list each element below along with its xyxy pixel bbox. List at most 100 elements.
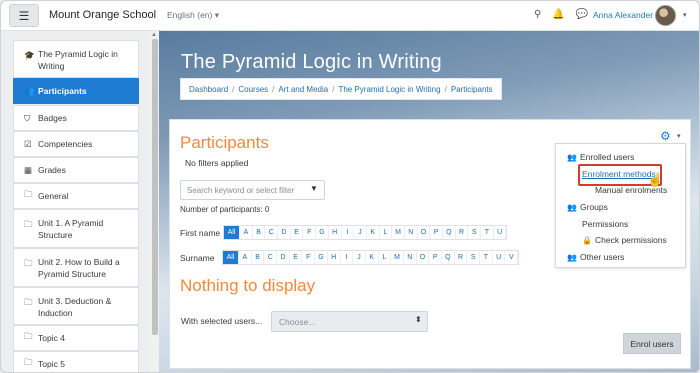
sidebar-item-grades[interactable]: ▦ Grades [13, 157, 139, 183]
firstname-letter-m[interactable]: M [392, 226, 405, 239]
folder-icon: 🗀 [24, 219, 33, 229]
surname-letter-r[interactable]: R [455, 251, 468, 264]
language-menu[interactable]: English (en) ▾ [167, 10, 219, 21]
breadcrumb-item-course[interactable]: The Pyramid Logic in Writing [338, 85, 440, 94]
firstname-letter-s[interactable]: S [468, 226, 482, 239]
menu-item-groups[interactable]: 👥 Groups [567, 202, 608, 212]
surname-letter-n[interactable]: N [404, 251, 417, 264]
firstname-letter-u[interactable]: U [494, 226, 507, 239]
firstname-letter-all[interactable]: All [224, 226, 240, 239]
surname-letter-m[interactable]: M [391, 251, 404, 264]
surname-initials-bar: Surname All ABCDEFGHIJKLMNOPQRSTUV [180, 250, 520, 265]
surname-letter-q[interactable]: Q [442, 251, 455, 264]
surname-letter-k[interactable]: K [366, 251, 379, 264]
surname-letter-c[interactable]: C [264, 251, 278, 264]
enrol-users-button[interactable]: Enrol users [623, 333, 681, 354]
firstname-letter-i[interactable]: I [342, 226, 355, 239]
firstname-letter-g[interactable]: G [316, 226, 329, 239]
scroll-up-arrow-icon[interactable]: ▲ [151, 32, 157, 38]
surname-letter-f[interactable]: F [302, 251, 316, 264]
firstname-letter-r[interactable]: R [456, 226, 469, 239]
user-name[interactable]: Anna Alexander [593, 10, 653, 20]
users-icon: 👥 [567, 203, 577, 212]
sidebar-item-badges[interactable]: ⛉ Badges [13, 105, 139, 131]
firstname-letter-l[interactable]: L [380, 226, 393, 239]
filter-search-input[interactable]: Search keyword or select filter [180, 180, 325, 200]
filters-status: No filters applied [185, 158, 249, 168]
firstname-letter-b[interactable]: B [253, 226, 266, 239]
with-selected-label: With selected users... [181, 316, 263, 326]
firstname-letter-k[interactable]: K [367, 226, 380, 239]
search-icon[interactable]: ⚲ [534, 9, 541, 20]
bulk-action-select[interactable]: Choose... [271, 311, 428, 332]
firstname-letter-e[interactable]: E [291, 226, 304, 239]
sidebar-item-unit-3[interactable]: 🗀 Unit 3. Deduction & Induction [13, 287, 139, 325]
check-square-icon: ☑ [24, 138, 32, 149]
site-name[interactable]: Mount Orange School [49, 9, 156, 21]
menu-item-permissions[interactable]: Permissions [582, 219, 628, 229]
firstname-letter-n[interactable]: N [405, 226, 418, 239]
sidebar-item-label: Unit 1. A Pyramid Structure [38, 218, 104, 240]
menu-item-check-permissions[interactable]: 🔒 Check permissions [582, 235, 667, 245]
breadcrumb-item-participants[interactable]: Participants [451, 85, 493, 94]
surname-letter-d[interactable]: D [277, 251, 290, 264]
sidebar-scroll-thumb[interactable] [152, 39, 158, 335]
firstname-letter-j[interactable]: J [354, 226, 367, 239]
navbar-icons: ⚲ 🔔 💬 [534, 9, 588, 20]
gear-icon[interactable]: ⚙ [660, 129, 671, 143]
firstname-letter-q[interactable]: Q [443, 226, 456, 239]
sidebar-item-label: Unit 2. How to Build a Pyramid Structure [38, 257, 120, 279]
caret-down-icon[interactable]: ▾ [677, 132, 681, 140]
bell-icon[interactable]: 🔔 [552, 9, 564, 20]
surname-letter-s[interactable]: S [467, 251, 481, 264]
firstname-letter-t[interactable]: T [481, 226, 494, 239]
surname-letter-o[interactable]: O [417, 251, 430, 264]
surname-letter-i[interactable]: I [341, 251, 354, 264]
sidebar-item-participants[interactable]: 👥 Participants [13, 78, 139, 104]
breadcrumb-item-category[interactable]: Art and Media [278, 85, 328, 94]
firstname-letter-o[interactable]: O [418, 226, 431, 239]
firstname-letter-c[interactable]: C [265, 226, 279, 239]
hamburger-icon[interactable]: ☰ [9, 4, 39, 27]
breadcrumb-separator: / [444, 84, 447, 94]
lock-icon: 🔒 [582, 236, 592, 245]
page-title: The Pyramid Logic in Writing [181, 51, 442, 73]
surname-letter-h[interactable]: H [328, 251, 341, 264]
surname-letter-u[interactable]: U [493, 251, 506, 264]
avatar[interactable] [655, 5, 676, 26]
firstname-letter-p[interactable]: P [430, 226, 443, 239]
breadcrumb-item-dashboard[interactable]: Dashboard [189, 85, 228, 94]
menu-item-other-users[interactable]: 👥 Other users [567, 252, 624, 262]
surname-letter-t[interactable]: T [480, 251, 493, 264]
firstname-letter-f[interactable]: F [303, 226, 317, 239]
participant-count: Number of participants: 0 [180, 205, 270, 214]
sidebar-item-unit-1[interactable]: 🗀 Unit 1. A Pyramid Structure [13, 209, 139, 248]
sidebar-item-topic-4[interactable]: 🗀 Topic 4 [13, 325, 139, 351]
menu-item-enrolled-users[interactable]: 👥 Enrolled users [567, 152, 634, 162]
surname-letter-g[interactable]: G [315, 251, 328, 264]
firstname-label: First name [180, 227, 221, 238]
firstname-letter-d[interactable]: D [278, 226, 291, 239]
shield-icon: ⛉ [24, 112, 31, 123]
surname-letter-a[interactable]: A [239, 251, 252, 264]
surname-letter-j[interactable]: J [353, 251, 366, 264]
breadcrumb: Dashboard / Courses / Art and Media / The P… [180, 78, 502, 100]
sidebar-item-course-home[interactable]: 🎓 The Pyramid Logic in Writing [13, 40, 139, 78]
sidebar-item-general[interactable]: 🗀 General [13, 183, 139, 209]
caret-down-icon[interactable]: ▾ [683, 11, 687, 19]
sidebar-item-label: General [38, 191, 69, 201]
surname-letter-all[interactable]: All [223, 251, 239, 264]
surname-letter-p[interactable]: P [429, 251, 442, 264]
surname-letter-e[interactable]: E [290, 251, 303, 264]
surname-letter-l[interactable]: L [379, 251, 392, 264]
surname-letter-v[interactable]: V [505, 251, 519, 264]
firstname-letter-h[interactable]: H [329, 226, 342, 239]
chat-icon[interactable]: 💬 [576, 9, 588, 20]
breadcrumb-item-courses[interactable]: Courses [238, 85, 268, 94]
surname-letter-b[interactable]: B [252, 251, 265, 264]
sidebar-item-topic-5[interactable]: 🗀 Topic 5 [13, 351, 139, 372]
sidebar-item-competencies[interactable]: ☑ Competencies [13, 131, 139, 157]
sidebar-item-unit-2[interactable]: 🗀 Unit 2. How to Build a Pyramid Structur… [13, 248, 139, 287]
firstname-letter-a[interactable]: A [240, 226, 253, 239]
caret-down-icon[interactable]: ▼ [310, 184, 318, 193]
